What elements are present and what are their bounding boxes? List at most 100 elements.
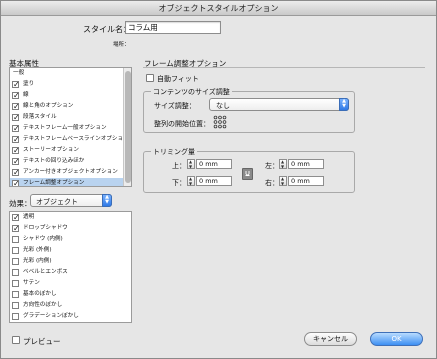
effect-row[interactable]: グラデーションぼかし [10,311,131,322]
basic-attribute-label: テキストの回り込みほか [23,158,85,164]
basic-attribute-checkbox[interactable] [12,167,20,178]
style-name-label: スタイル名： [83,25,131,34]
crop-top-label: 上： [172,162,186,170]
crop-left-stepper[interactable] [279,159,287,169]
basic-attribute-checkbox[interactable] [12,112,20,123]
basic-attributes-list: 一般塗り線線と角のオプション段落スタイルテキストフレーム一般オプションテキストフ… [9,67,132,187]
basic-list-scroll-thumb[interactable] [125,71,131,183]
link-crop-values-icon[interactable] [242,168,253,180]
crop-left-input[interactable]: 0 mm [288,159,324,169]
effect-checkbox[interactable] [12,223,20,234]
effect-row[interactable]: サテン [10,278,131,289]
basic-attribute-checkbox[interactable] [12,79,20,90]
effect-checkbox[interactable] [12,313,19,320]
size-fit-select[interactable]: なし ▲ ▼ [209,98,349,111]
crop-bottom-stepper[interactable] [187,176,195,186]
effect-row[interactable]: 透明 [10,212,131,223]
effect-label: 方向性のぼかし [23,302,63,308]
effect-checkbox[interactable] [12,212,20,223]
basic-attribute-checkbox[interactable] [12,90,20,101]
basic-attribute-label: テキストフレーム一般オプション [23,125,107,131]
effect-checkbox[interactable] [12,291,19,298]
alignment-grid-icon[interactable] [213,115,227,129]
auto-fit-label: 自動フィット [157,75,199,83]
basic-attribute-label: 線 [23,92,29,98]
size-fit-label: サイズ調整： [154,102,196,110]
crop-bottom-label: 下： [172,179,186,187]
basic-attribute-row[interactable]: 一般 [10,68,131,79]
effect-row[interactable]: ドロップシャドウ [10,223,131,234]
window-title: オブジェクトスタイルオプション [1,1,436,16]
basic-attribute-row[interactable]: テキストフレーム一般オプション [10,123,131,134]
basic-attribute-checkbox[interactable] [12,101,20,112]
effect-label: 光彩 (外側) [23,247,52,253]
frame-fitting-divider [143,67,425,68]
crop-right-input[interactable]: 0 mm [288,176,324,186]
auto-fit-checkbox[interactable] [146,74,154,82]
crop-bottom-input[interactable]: 0 mm [196,176,232,186]
basic-attribute-checkbox[interactable] [12,145,20,156]
effect-row[interactable]: ベベルとエンボス [10,267,131,278]
effect-checkbox[interactable] [12,236,19,243]
preview-checkbox[interactable] [12,336,20,344]
effect-row[interactable]: 光彩 (内側) [10,256,131,267]
effects-select-value: オブジェクト [36,198,78,206]
crop-top-stepper[interactable] [187,159,195,169]
effect-label: ベベルとエンボス [23,269,68,275]
size-fit-arrow-icon: ▲ ▼ [339,98,349,111]
content-fit-title: コンテンツのサイズ調整 [151,87,232,97]
crop-top-input[interactable]: 0 mm [196,159,232,169]
basic-attribute-label: 一般 [13,70,25,76]
basic-attribute-label: 段落スタイル [23,114,57,120]
basic-attribute-checkbox[interactable] [12,123,20,134]
basic-attribute-row[interactable]: アンカー付きオブジェクトオプション [10,167,131,178]
basic-attribute-checkbox[interactable] [12,134,20,145]
basic-attribute-row[interactable]: ストーリーオプション [10,145,131,156]
basic-attribute-label: ストーリーオプション [23,147,79,153]
effect-label: サテン [23,280,40,286]
effect-checkbox[interactable] [12,269,19,276]
size-fit-value: なし [216,102,230,110]
effect-checkbox[interactable] [12,280,19,287]
style-name-input[interactable] [125,21,221,34]
cancel-button[interactable]: キャンセル [304,332,357,346]
effects-select[interactable]: オブジェクト ▲ ▼ [30,194,112,207]
basic-attribute-checkbox[interactable] [12,178,20,186]
crop-right-label: 右： [265,179,279,187]
basic-attribute-row[interactable]: 塗り [10,79,131,90]
basic-attribute-row[interactable]: 段落スタイル [10,112,131,123]
basic-attribute-row[interactable]: フレーム調整オプション [10,178,131,186]
basic-attribute-row[interactable]: テキストフレームベースラインオプション [10,134,131,145]
align-start-label: 整列の開始位置： [154,120,210,128]
effects-list: 透明ドロップシャドウシャドウ (内側) 光彩 (外側) 光彩 (内側) ベベルとエンボ… [9,211,132,323]
effect-label: シャドウ (内側) [23,236,63,242]
effect-checkbox[interactable] [12,247,19,254]
effect-row[interactable]: 方向性のぼかし [10,300,131,311]
preview-label: プレビュー [23,337,61,346]
crop-right-stepper[interactable] [279,176,287,186]
basic-list-scrollbar[interactable] [123,68,131,186]
effect-label: 基本のぼかし [23,291,57,297]
ok-button[interactable]: OK [370,332,423,346]
basic-attribute-row[interactable]: 線 [10,90,131,101]
effect-label: 光彩 (内側) [23,258,52,264]
location-label: 場所： [113,42,130,48]
basic-attribute-label: アンカー付きオブジェクトオプション [23,169,118,175]
effect-row[interactable]: シャドウ (内側) [10,234,131,245]
basic-attribute-label: テキストフレームベースラインオプション [23,136,129,142]
effect-row[interactable]: 光彩 (外側) [10,245,131,256]
effect-label: 透明 [23,214,35,220]
effect-checkbox[interactable] [12,258,19,265]
basic-attribute-row[interactable]: 線と角のオプション [10,101,131,112]
effect-row[interactable]: 基本のぼかし [10,289,131,300]
effect-label: グラデーションぼかし [23,313,79,319]
basic-attribute-label: フレーム調整オプション [23,180,85,186]
basic-attribute-row[interactable]: テキストの回り込みほか [10,156,131,167]
effects-label: 効果： [9,199,32,208]
basic-attribute-checkbox[interactable] [12,156,20,167]
dialog-window: オブジェクトスタイルオプション スタイル名： 場所： 基本属性 一般塗り線線と角… [0,0,437,359]
basic-attribute-label: 塗り [23,81,35,87]
basic-attribute-label: 線と角のオプション [23,103,74,109]
effect-checkbox[interactable] [12,302,19,309]
effect-label: ドロップシャドウ [23,225,68,231]
